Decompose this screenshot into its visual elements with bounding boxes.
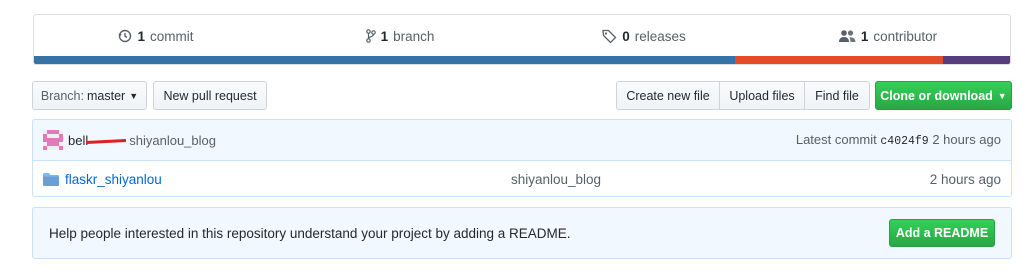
commit-sha[interactable]: c4024f9 (880, 135, 928, 148)
release-count: 0 (622, 28, 630, 44)
avatar[interactable] (43, 130, 63, 150)
commits-link[interactable]: 1 commit (34, 15, 278, 57)
language-bar-segment[interactable] (734, 56, 943, 64)
contributors-link[interactable]: 1 contributor (766, 15, 1010, 57)
redaction-mark (86, 138, 127, 144)
file-actions-group: Create new file Upload files Find file (616, 81, 870, 110)
contributor-count: 1 (860, 28, 869, 44)
branch-name: master (86, 88, 126, 103)
branch-select-button[interactable]: Branch: master ▼ (32, 81, 147, 110)
file-name-link[interactable]: flaskr_shiyanlou (65, 172, 305, 187)
caret-down-icon: ▼ (997, 90, 1007, 101)
branch-label: branch (393, 28, 435, 44)
commit-age: 2 hours ago (932, 132, 1001, 147)
clone-or-download-button[interactable]: Clone or download ▼ (875, 81, 1012, 110)
people-icon (838, 29, 856, 43)
file-age: 2 hours ago (929, 171, 1001, 187)
clone-label: Clone or download (880, 88, 993, 103)
folder-icon (43, 172, 59, 186)
upload-files-button[interactable]: Upload files (719, 81, 805, 110)
language-bar-segment[interactable] (34, 56, 735, 64)
file-commit-message[interactable]: shiyanlou_blog (511, 172, 601, 187)
commit-count: 1 (137, 28, 145, 44)
file-table: bell shiyanlou_blog Latest commit c4024f… (32, 119, 1012, 197)
add-readme-button[interactable]: Add a README (889, 219, 995, 247)
latest-commit-row: bell shiyanlou_blog Latest commit c4024f… (33, 120, 1011, 161)
latest-commit-prefix: Latest commit (795, 132, 877, 147)
branches-link[interactable]: 1 branch (278, 15, 522, 57)
repo-summary: 1 commit 1 branch 0 releases 1 contribut… (33, 14, 1011, 65)
branch-icon (365, 29, 376, 43)
releases-link[interactable]: 0 releases (522, 15, 766, 57)
table-row: flaskr_shiyanlou shiyanlou_blog 2 hours … (33, 161, 1011, 196)
contributor-label: contributor (873, 28, 938, 44)
commit-label: commit (150, 28, 194, 44)
history-icon (118, 29, 132, 43)
create-new-file-button[interactable]: Create new file (616, 81, 720, 110)
new-pull-request-button[interactable]: New pull request (153, 81, 267, 110)
readme-prompt-text: Help people interested in this repositor… (49, 225, 571, 241)
commit-message[interactable]: shiyanlou_blog (129, 133, 216, 148)
readme-prompt: Help people interested in this repositor… (32, 207, 1012, 259)
release-label: releases (634, 28, 686, 44)
language-bar-segment[interactable] (942, 56, 1010, 64)
caret-down-icon: ▼ (129, 90, 139, 101)
language-bar[interactable] (34, 56, 1010, 64)
branch-prefix: Branch: (40, 88, 84, 103)
commit-meta: Latest commit c4024f9 2 hours ago (796, 132, 1001, 148)
find-file-button[interactable]: Find file (804, 81, 870, 110)
tag-icon (602, 29, 617, 43)
branch-count: 1 (380, 28, 389, 44)
commit-author[interactable]: bell (68, 133, 127, 148)
